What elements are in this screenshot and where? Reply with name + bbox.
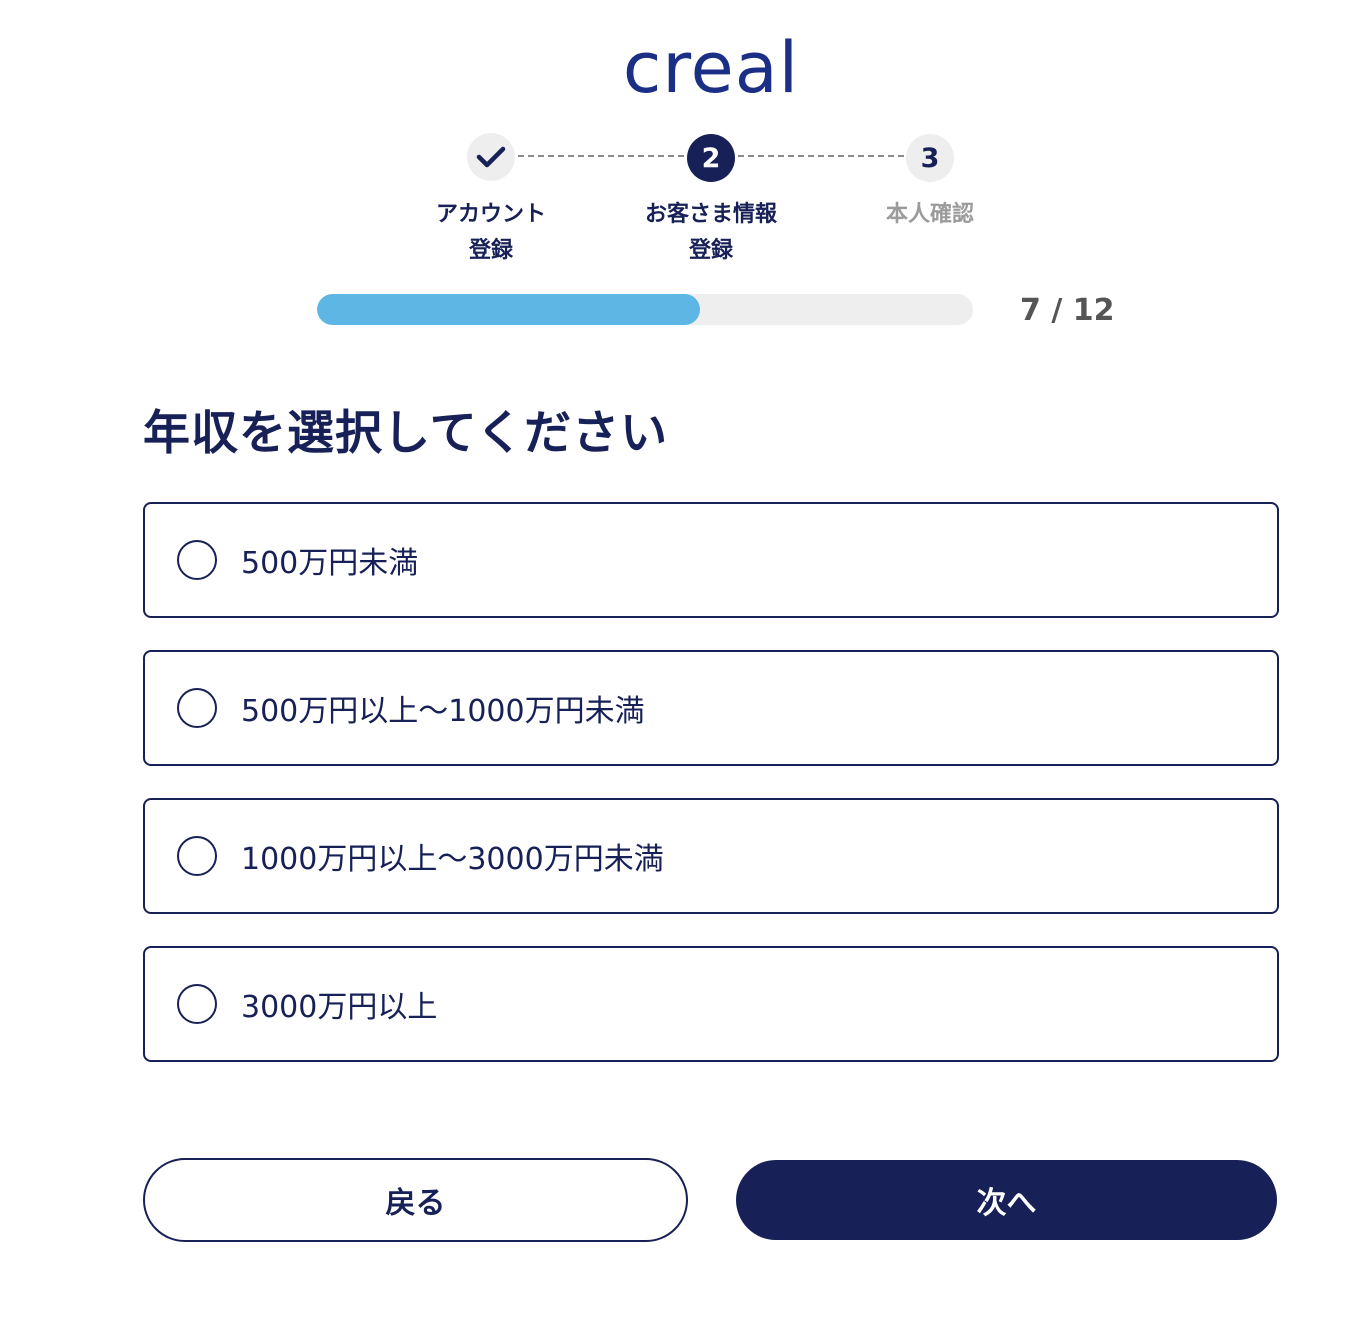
option-10m-to-30m[interactable]: 1000万円以上〜3000万円未満 bbox=[143, 798, 1279, 914]
progress-bar-fill bbox=[317, 294, 700, 325]
option-5m-to-10m[interactable]: 500万円以上〜1000万円未満 bbox=[143, 650, 1279, 766]
step-2-indicator: 2 bbox=[687, 134, 735, 182]
step-3-label: 本人確認 bbox=[885, 202, 974, 227]
radio-button[interactable] bbox=[177, 836, 217, 876]
option-label: 500万円未満 bbox=[241, 546, 419, 581]
step-2-label: お客さま情報 登録 bbox=[644, 202, 777, 263]
step-1-label: アカウント 登録 bbox=[435, 202, 546, 263]
stepper-connector bbox=[518, 155, 684, 157]
registration-page: creal 2 3 アカウント 登録 お客さま情報 登録 本人確認 7 / 12… bbox=[0, 0, 1350, 1322]
step-3-indicator: 3 bbox=[906, 134, 954, 182]
progress-stepper: 2 3 アカウント 登録 お客さま情報 登録 本人確認 bbox=[0, 0, 1350, 280]
option-label: 3000万円以上 bbox=[241, 990, 438, 1025]
check-icon bbox=[476, 146, 506, 168]
option-under-5m[interactable]: 500万円未満 bbox=[143, 502, 1279, 618]
option-over-30m[interactable]: 3000万円以上 bbox=[143, 946, 1279, 1062]
question-title: 年収を選択してください bbox=[143, 406, 669, 461]
option-label: 1000万円以上〜3000万円未満 bbox=[241, 842, 664, 877]
back-button[interactable]: 戻る bbox=[143, 1158, 688, 1242]
progress-bar bbox=[317, 294, 973, 325]
progress-counter: 7 / 12 bbox=[1020, 293, 1115, 328]
next-button[interactable]: 次へ bbox=[736, 1160, 1277, 1240]
stepper-connector bbox=[738, 155, 904, 157]
radio-button[interactable] bbox=[177, 540, 217, 580]
option-label: 500万円以上〜1000万円未満 bbox=[241, 694, 645, 729]
radio-button[interactable] bbox=[177, 984, 217, 1024]
radio-button[interactable] bbox=[177, 688, 217, 728]
step-1-indicator bbox=[467, 133, 515, 181]
